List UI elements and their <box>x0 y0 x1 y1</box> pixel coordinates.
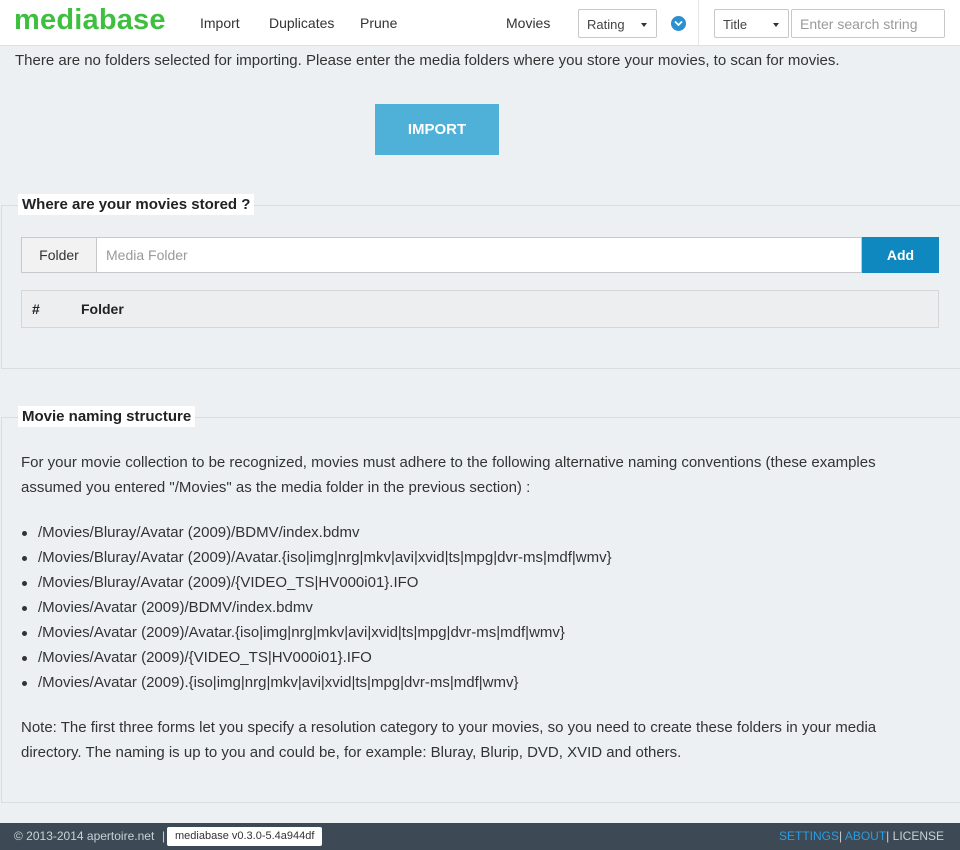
column-header-folder: Folder <box>81 301 124 317</box>
add-folder-button[interactable]: Add <box>862 237 939 273</box>
license-link[interactable]: LICENSE <box>893 829 944 843</box>
column-header-number: # <box>32 301 40 317</box>
list-item: /Movies/Avatar (2009)/{VIDEO_TS|HV000i01… <box>21 645 612 670</box>
no-folders-notice: There are no folders selected for import… <box>15 52 840 69</box>
brand-logo[interactable]: mediabase <box>14 4 166 37</box>
nav-import[interactable]: Import <box>200 15 240 31</box>
copyright-text: © 2013-2014 apertoire.net <box>14 829 155 843</box>
caret-down-icon <box>773 23 779 27</box>
folder-addon-label: Folder <box>22 238 97 272</box>
list-item: /Movies/Bluray/Avatar (2009)/BDMV/index.… <box>21 520 612 545</box>
filter-select[interactable]: Title <box>714 9 789 38</box>
list-item: /Movies/Bluray/Avatar (2009)/{VIDEO_TS|H… <box>21 570 612 595</box>
folder-table-header: # Folder <box>21 290 939 328</box>
footer-links: SETTINGS| ABOUT| LICENSE <box>779 829 944 843</box>
footer-link-separator: | <box>839 829 843 843</box>
storage-fieldset <box>1 205 960 369</box>
naming-legend: Movie naming structure <box>18 406 196 427</box>
list-item: /Movies/Avatar (2009).{iso|img|nrg|mkv|a… <box>21 670 612 695</box>
nav-movies[interactable]: Movies <box>506 15 550 31</box>
footer-separator: | <box>162 829 166 843</box>
nav-prune[interactable]: Prune <box>360 15 397 31</box>
naming-note: Note: The first three forms let you spec… <box>21 719 877 761</box>
storage-legend: Where are your movies stored ? <box>18 194 255 215</box>
about-link[interactable]: ABOUT <box>845 829 886 843</box>
caret-down-icon <box>641 23 647 27</box>
filter-select-value: Title <box>723 17 748 32</box>
sort-select[interactable]: Rating <box>578 9 657 38</box>
sort-select-value: Rating <box>587 17 625 32</box>
list-item: /Movies/Avatar (2009)/Avatar.{iso|img|nr… <box>21 620 612 645</box>
navbar: mediabase Import Duplicates Prune Movies… <box>0 0 960 46</box>
search-input[interactable] <box>791 9 945 38</box>
naming-intro: For your movie collection to be recogniz… <box>21 454 876 496</box>
footer: © 2013-2014 apertoire.net | mediabase v0… <box>0 823 960 850</box>
navbar-divider <box>698 0 699 46</box>
folder-input-group: Folder <box>21 237 862 273</box>
nav-duplicates[interactable]: Duplicates <box>269 15 334 31</box>
media-folder-input[interactable] <box>98 238 861 272</box>
settings-link[interactable]: SETTINGS <box>779 829 839 843</box>
list-item: /Movies/Bluray/Avatar (2009)/Avatar.{iso… <box>21 545 612 570</box>
footer-link-separator: | <box>886 829 890 843</box>
version-badge: mediabase v0.3.0-5.4a944df <box>167 827 323 846</box>
import-button[interactable]: IMPORT <box>375 104 499 155</box>
chevron-down-circle-icon[interactable] <box>671 16 686 31</box>
list-item: /Movies/Avatar (2009)/BDMV/index.bdmv <box>21 595 612 620</box>
naming-examples-list: /Movies/Bluray/Avatar (2009)/BDMV/index.… <box>21 520 612 695</box>
